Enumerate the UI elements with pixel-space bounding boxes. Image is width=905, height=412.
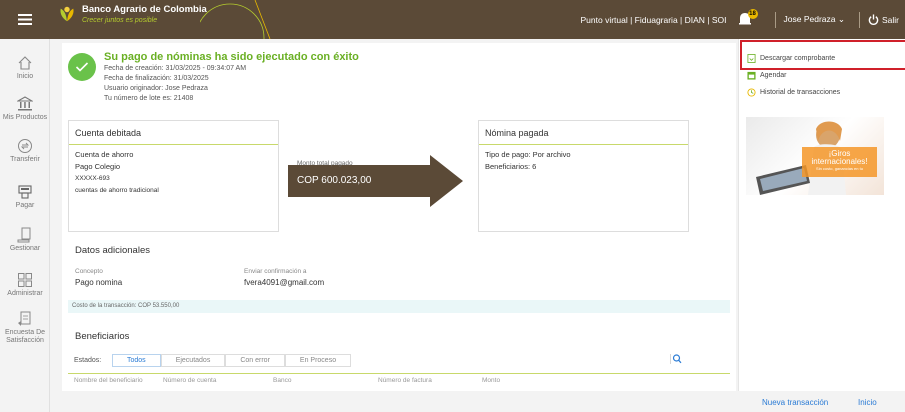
- promo-title-2: internacionales!: [811, 157, 868, 166]
- account-description: cuentas de ahorro tradicional: [75, 187, 159, 194]
- divider: [858, 11, 860, 28]
- originator-user: Usuario originador: Jose Pedraza: [104, 85, 208, 92]
- schedule-link[interactable]: Agendar: [747, 71, 786, 80]
- chevron-down-icon: ⌄: [837, 14, 845, 24]
- calendar-icon: [747, 71, 756, 80]
- right-panel: Descargar comprobante Agendar Historial …: [738, 39, 905, 397]
- batch-number: Tu número de lote es: 21408: [104, 95, 194, 102]
- total-amount-label: Monto total pagado: [297, 160, 353, 167]
- user-menu[interactable]: Jose Pedraza ⌄: [784, 14, 845, 25]
- debited-account-card: Cuenta debitada Cuenta de ahorro Pago Co…: [68, 120, 279, 232]
- manage-icon: [17, 227, 31, 243]
- transfer-icon: [18, 139, 32, 153]
- search-icon[interactable]: [670, 352, 682, 370]
- total-amount-value: COP 600.023,00: [297, 175, 372, 186]
- bottom-bar: Nueva transacción Inicio: [50, 391, 905, 412]
- tab-todos[interactable]: Todos: [112, 354, 161, 367]
- admin-icon: [18, 273, 32, 287]
- main-content: Su pago de nóminas ha sido ejecutado con…: [62, 43, 736, 391]
- survey-icon: [18, 311, 31, 326]
- sidebar-item-encuesta[interactable]: Encuesta De Satisfacción: [0, 311, 50, 345]
- status-filter-label: Estados:: [74, 357, 102, 364]
- column-header[interactable]: Número de cuenta: [163, 377, 216, 384]
- promo-banner[interactable]: ¡Giros internacionales! Sin costo, ganan…: [746, 117, 884, 195]
- logout-label: Salir: [881, 14, 899, 25]
- sidebar-item-label: Encuesta De Satisfacción: [4, 329, 46, 345]
- debited-account-title: Cuenta debitada: [69, 121, 278, 145]
- additional-data-title: Datos adicionales: [75, 245, 150, 256]
- payroll-title: Nómina pagada: [479, 121, 688, 145]
- confirmation-label: Enviar confirmación a: [244, 268, 307, 275]
- new-transaction-link[interactable]: Nueva transacción: [762, 398, 828, 407]
- sidebar-item-inicio[interactable]: Inicio: [0, 55, 50, 81]
- column-header[interactable]: Banco: [273, 377, 291, 384]
- promo-text: ¡Giros internacionales! Sin costo, ganan…: [802, 147, 877, 177]
- sidebar-item-label: Administrar: [7, 290, 43, 297]
- sidebar-item-mis-productos[interactable]: Mis Productos: [0, 96, 50, 122]
- history-label: Historial de transacciones: [760, 89, 841, 96]
- transaction-cost: Costo de la transacción: COP 53.550,00: [68, 300, 730, 313]
- power-icon: [868, 14, 879, 25]
- beneficiaries-table-header: Nombre del beneficiario Número de cuenta…: [68, 373, 730, 385]
- success-header: Su pago de nóminas ha sido ejecutado con…: [68, 51, 359, 104]
- payroll-card: Nómina pagada Tipo de pago: Por archivo …: [478, 120, 689, 232]
- promo-subtitle: Sin costo, ganancias en tu: [816, 166, 863, 171]
- tab-en-proceso[interactable]: En Proceso: [284, 354, 352, 367]
- notification-bell[interactable]: 18: [737, 8, 758, 28]
- column-header[interactable]: Nombre del beneficiario: [74, 377, 143, 384]
- download-receipt-label: Descargar comprobante: [760, 55, 836, 62]
- brand-name: Banco Agrario de Colombia: [82, 4, 207, 15]
- header-links[interactable]: Punto virtual | Fiduagraria | DIAN | SOI: [581, 15, 727, 25]
- sidebar-item-gestionar[interactable]: Gestionar: [0, 227, 50, 253]
- column-header[interactable]: Número de factura: [378, 377, 432, 384]
- status-filter-tabs: Todos Ejecutados Con error En Proceso: [112, 354, 352, 367]
- document-icon: [747, 54, 756, 63]
- finish-date: Fecha de finalización: 31/03/2025: [104, 75, 209, 82]
- brand-slogan: Crecer juntos es posible: [82, 16, 158, 24]
- user-name: Jose Pedraza: [783, 14, 836, 24]
- header-decoration: [200, 0, 271, 39]
- schedule-label: Agendar: [760, 72, 787, 79]
- sidebar-item-administrar[interactable]: Administrar: [0, 272, 50, 298]
- history-link[interactable]: Historial de transacciones: [747, 88, 840, 97]
- payment-type: Tipo de pago: Por archivo: [485, 150, 571, 159]
- home-icon: [18, 56, 32, 70]
- account-name: Pago Colegio: [75, 162, 121, 171]
- sidebar-item-label: Mis Productos: [2, 114, 48, 121]
- brand[interactable]: Banco Agrario de Colombia Crecer juntos …: [58, 5, 207, 24]
- confirmation-email: fvera4091@gmail.com: [244, 278, 325, 287]
- top-bar: Banco Agrario de Colombia Crecer juntos …: [0, 0, 905, 39]
- concept-value: Pago nomina: [75, 278, 123, 287]
- column-header[interactable]: Monto: [482, 377, 500, 384]
- sidebar-item-transferir[interactable]: Transferir: [0, 138, 50, 164]
- home-link[interactable]: Inicio: [858, 398, 877, 407]
- divider: [774, 11, 776, 28]
- menu-icon[interactable]: [0, 0, 50, 39]
- beneficiaries-title: Beneficiarios: [75, 331, 130, 342]
- account-number: XXXXX-693: [75, 175, 110, 182]
- check-icon: [68, 53, 96, 81]
- sidebar-item-pagar[interactable]: Pagar: [0, 184, 50, 210]
- tab-con-error[interactable]: Con error: [225, 354, 285, 367]
- account-type: Cuenta de ahorro: [75, 150, 134, 159]
- brand-logo-icon: [60, 7, 74, 22]
- concept-label: Concepto: [75, 268, 103, 275]
- bank-icon: [17, 96, 33, 111]
- beneficiaries-count: Beneficiarios: 6: [485, 162, 537, 171]
- sidebar-item-label: Gestionar: [9, 245, 41, 252]
- success-title: Su pago de nóminas ha sido ejecutado con…: [104, 51, 359, 63]
- creation-date: Fecha de creación: 31/03/2025 - 09:34:07…: [104, 65, 247, 72]
- sidebar-item-label: Inicio: [16, 73, 34, 80]
- pay-icon: [18, 185, 32, 199]
- sidebar-item-label: Pagar: [15, 202, 35, 209]
- logout-button[interactable]: Salir: [868, 14, 899, 25]
- download-receipt-link[interactable]: Descargar comprobante: [747, 54, 835, 63]
- history-icon: [747, 88, 756, 97]
- sidebar-item-label: Transferir: [10, 156, 40, 163]
- notification-badge: 18: [747, 8, 758, 19]
- tab-ejecutados[interactable]: Ejecutados: [160, 354, 226, 367]
- sidebar: Inicio Mis Productos Transferir Pagar Ge…: [0, 39, 50, 412]
